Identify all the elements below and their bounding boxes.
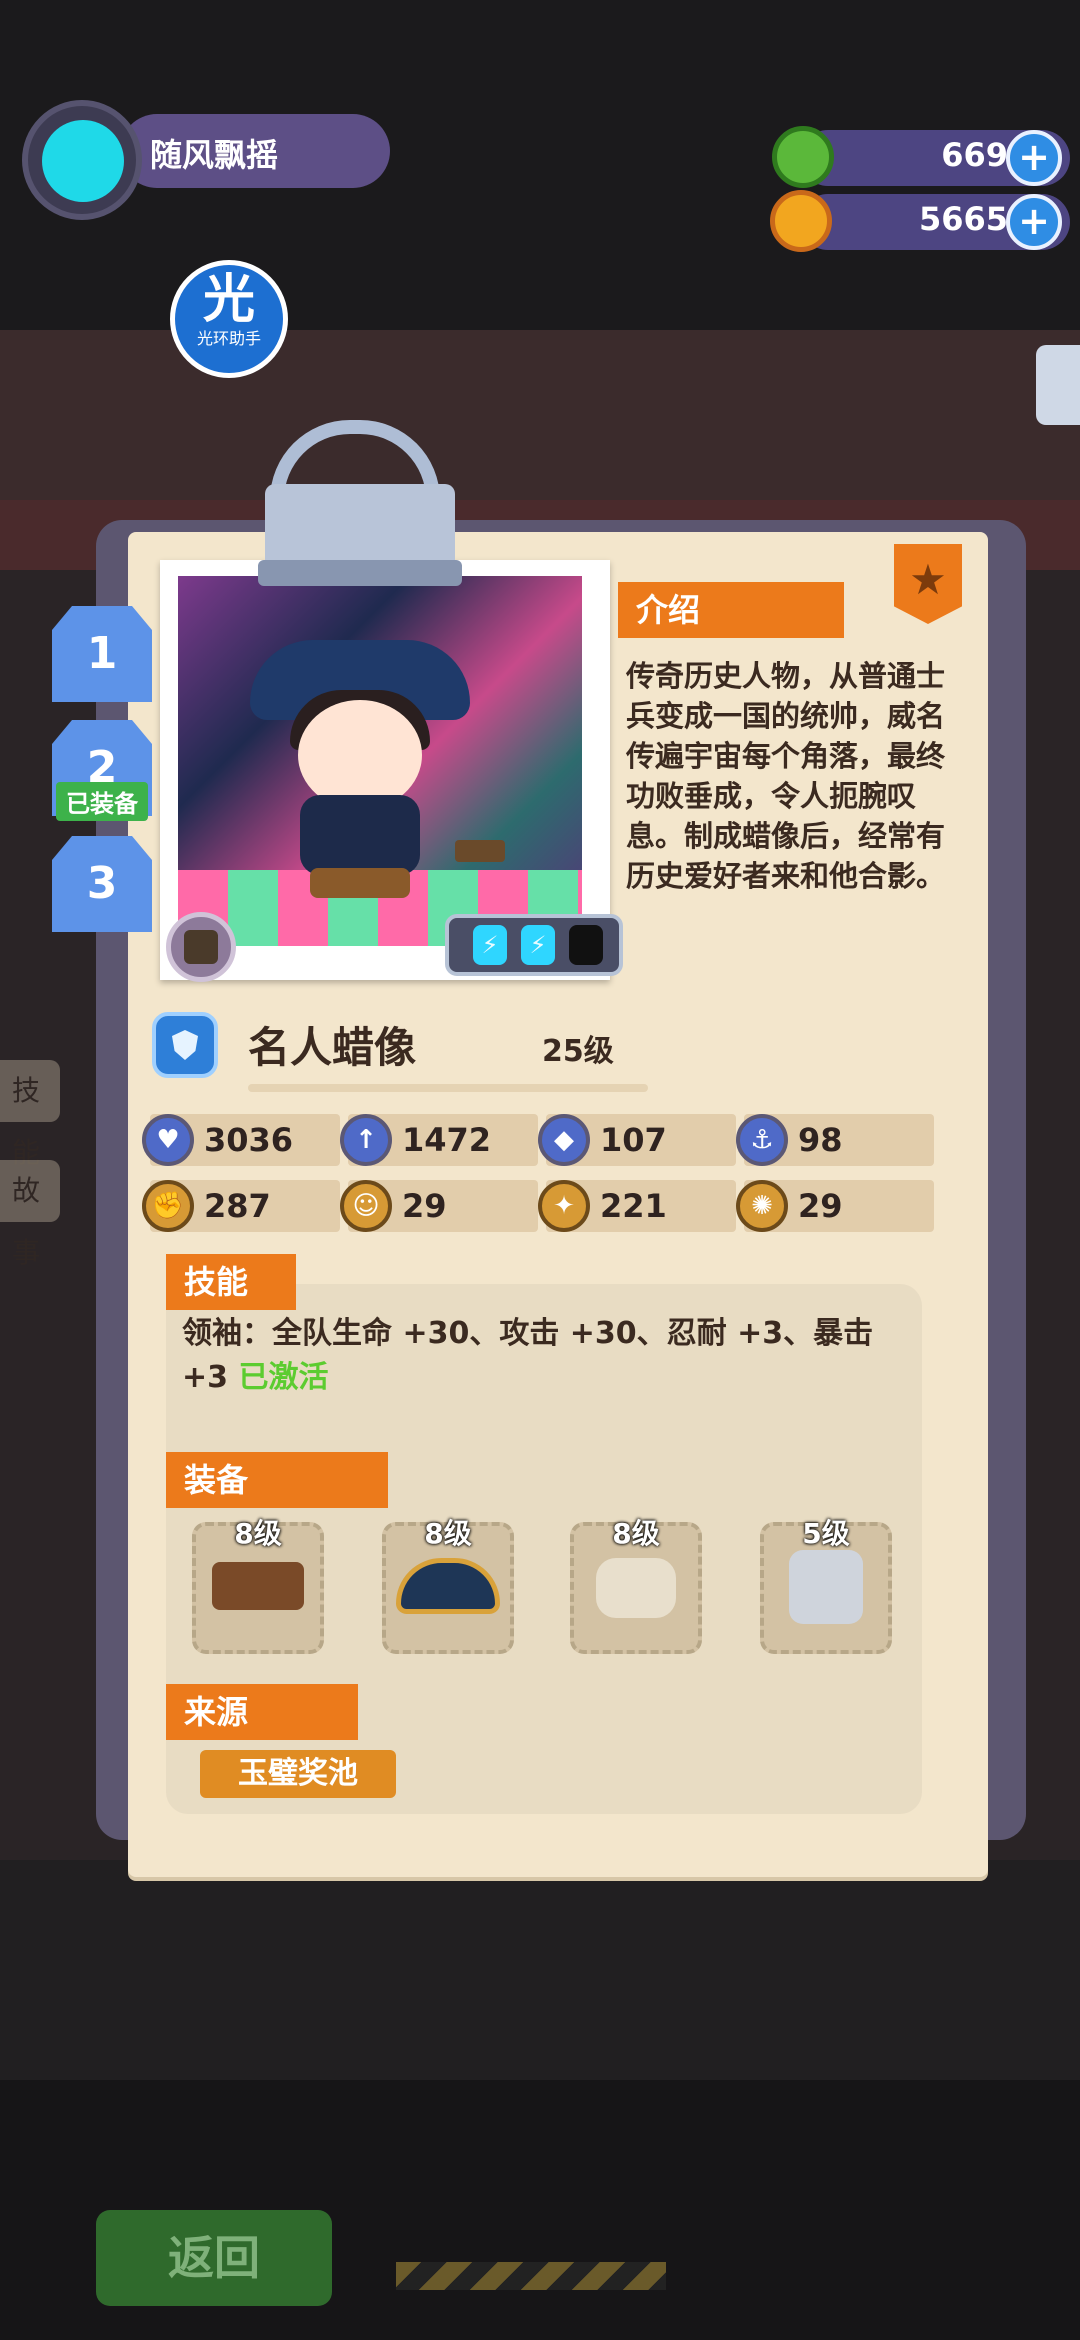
brain-icon: ✺ <box>736 1180 788 1232</box>
return-button[interactable]: 返回 <box>96 2210 332 2306</box>
hazard-stripe <box>396 2262 666 2290</box>
background-tab-skill: 技能 <box>0 1060 60 1169</box>
share-tab[interactable] <box>1036 345 1080 425</box>
planet-currency-icon <box>770 190 832 252</box>
sword-icon: ↑ <box>340 1114 392 1166</box>
add-donut-button[interactable]: + <box>1006 130 1062 186</box>
energy-bolt-icon: ⚡ <box>473 925 507 965</box>
stat-smile-value: 29 <box>402 1187 447 1225</box>
character-pistol <box>455 840 505 862</box>
card-name: 名人蜡像 <box>248 1023 417 1072</box>
stat-muscle-value: 221 <box>600 1187 667 1225</box>
equipment-level: 8级 <box>234 1517 282 1550</box>
donut-currency-icon <box>772 126 834 188</box>
skill-description: 领袖：全队生命 +30、攻击 +30、忍耐 +3、暴击 +3 已激活 <box>182 1312 922 1400</box>
muscle-icon: ✦ <box>538 1180 590 1232</box>
cake-icon <box>184 930 218 964</box>
stat-fist-value: 287 <box>204 1187 271 1225</box>
outfit-tab-3[interactable]: 3 <box>52 836 152 932</box>
energy-bolt-icon: ⚡ <box>521 925 555 965</box>
donut-currency-value: 669 <box>941 136 1008 174</box>
fist-icon: ✊ <box>142 1180 194 1232</box>
shield-icon: ◆ <box>538 1114 590 1166</box>
stat-hp-value: 3036 <box>204 1121 294 1159</box>
stat-attack-value: 1472 <box>402 1121 492 1159</box>
helper-label: 光环助手 <box>196 329 261 348</box>
equipped-badge: 已装备 <box>56 782 148 821</box>
outfit-tab-1[interactable]: 1 <box>52 606 152 702</box>
character-head <box>298 700 422 810</box>
character-boots <box>310 868 410 898</box>
equipment-level: 8级 <box>424 1517 472 1550</box>
source-title: 来源 <box>166 1684 358 1740</box>
planet-currency-value: 5665 <box>918 200 1008 238</box>
character-body <box>300 795 420 875</box>
source-button[interactable]: 玉璧奖池 <box>200 1750 396 1798</box>
intro-title: 介绍 <box>618 582 844 638</box>
pants-icon <box>596 1558 676 1618</box>
helper-button[interactable]: 光 光环助手 <box>170 260 288 378</box>
card-level: 25级 <box>542 1034 614 1069</box>
stat-anchor-value: 98 <box>798 1121 843 1159</box>
skill-status: 已激活 <box>238 1360 329 1395</box>
vest-icon <box>789 1550 863 1624</box>
smile-icon: ☺ <box>340 1180 392 1232</box>
pistol-icon <box>212 1562 304 1610</box>
equipment-level: 8级 <box>612 1517 660 1550</box>
name-underline <box>248 1084 648 1092</box>
energy-empty-icon <box>569 925 603 965</box>
background-band <box>0 330 1080 500</box>
anchor-icon: ⚓ <box>736 1114 788 1166</box>
background-tab-story: 故事 <box>0 1160 60 1269</box>
avatar[interactable] <box>42 120 124 202</box>
player-name: 随风飘摇 <box>150 136 279 174</box>
stat-brain-value: 29 <box>798 1187 843 1225</box>
equipment-level: 5级 <box>802 1517 850 1550</box>
intro-text: 传奇历史人物，从普通士兵变成一国的统帅，威名传遍宇宙每个角落，最终功败垂成，令人… <box>626 659 946 893</box>
equipment-title: 装备 <box>166 1452 388 1508</box>
stat-defense-value: 107 <box>600 1121 667 1159</box>
binder-clip-bar <box>258 560 462 586</box>
add-planet-button[interactable]: + <box>1006 194 1062 250</box>
heart-icon: ♥ <box>142 1114 194 1166</box>
skill-title: 技能 <box>166 1254 296 1310</box>
